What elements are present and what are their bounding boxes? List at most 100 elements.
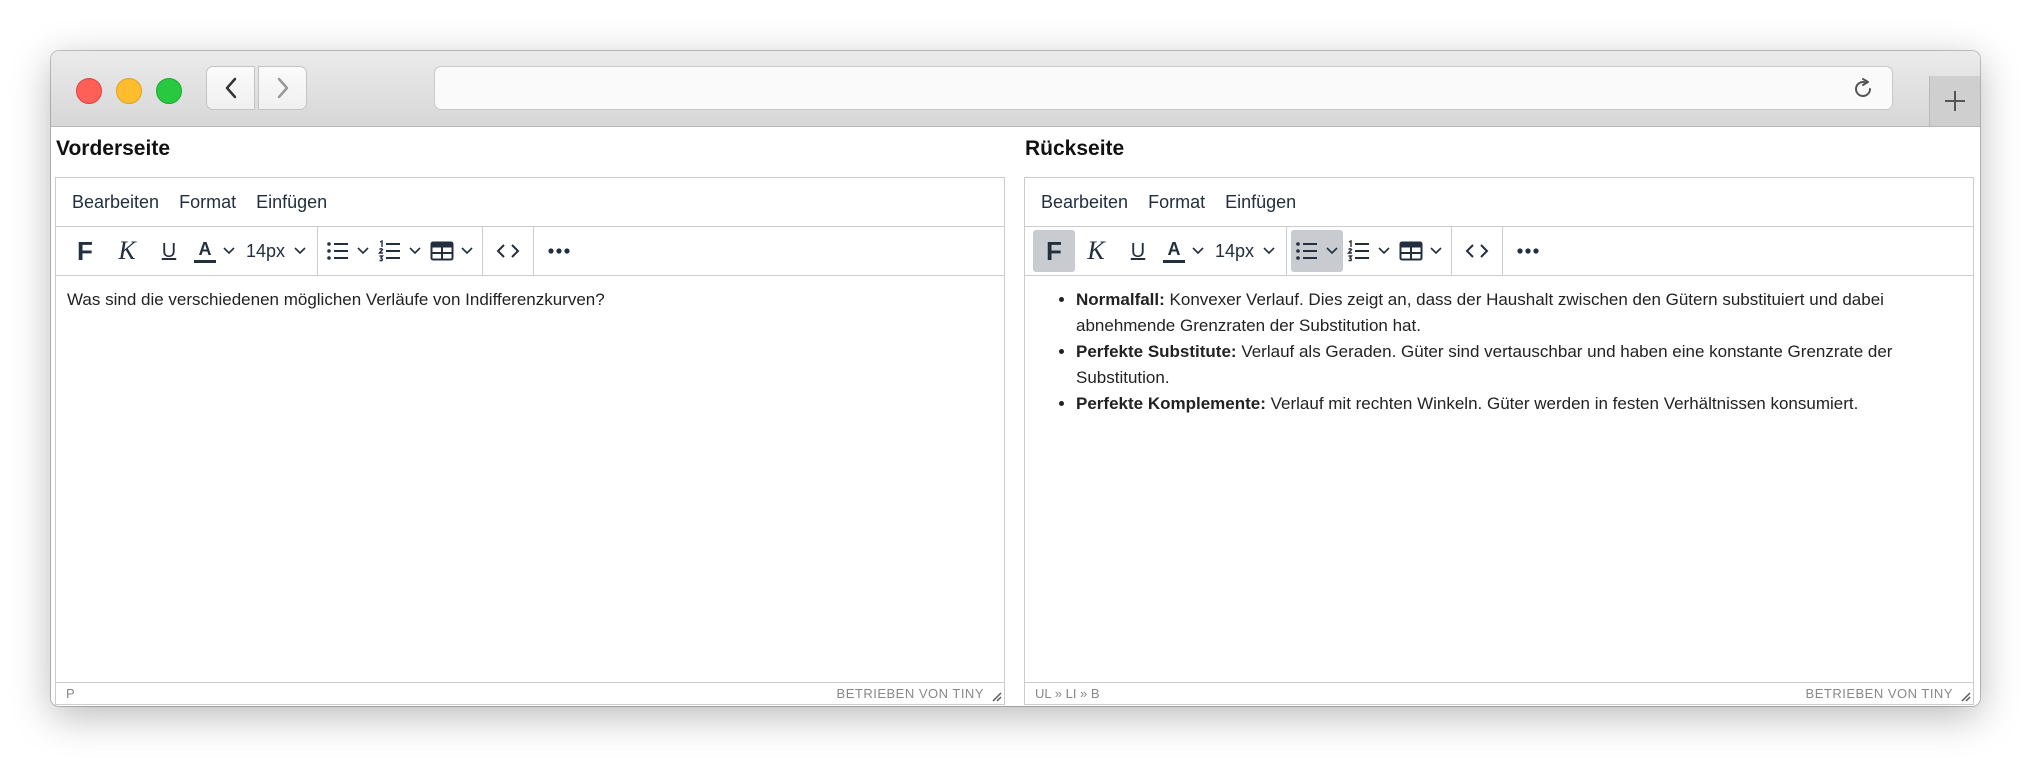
bullet-list-button[interactable] bbox=[1291, 230, 1344, 272]
editor-toolbar: F K U A 14px bbox=[56, 227, 1004, 276]
bold-icon: F bbox=[1046, 235, 1062, 266]
panel-title: Vorderseite bbox=[56, 137, 170, 160]
font-size-value: 14px bbox=[1215, 240, 1255, 261]
editor-content[interactable]: Normalfall: Konvexer Verlauf. Dies zeigt… bbox=[1025, 276, 1973, 682]
plus-icon bbox=[1945, 91, 1965, 111]
page-content: Vorderseite Bearbeiten Format Einfügen F… bbox=[51, 127, 1980, 706]
chevron-down-icon bbox=[223, 247, 235, 255]
forward-button[interactable] bbox=[258, 66, 307, 110]
browser-window: Vorderseite Bearbeiten Format Einfügen F… bbox=[51, 51, 1980, 706]
chevron-down-icon bbox=[1378, 247, 1390, 255]
more-button[interactable] bbox=[1507, 230, 1549, 272]
branding-link[interactable]: BETRIEBEN VON TINY bbox=[837, 686, 984, 701]
bullet-list-button[interactable] bbox=[322, 230, 374, 272]
chevron-down-icon bbox=[461, 247, 473, 255]
front-side-panel: Vorderseite Bearbeiten Format Einfügen F… bbox=[55, 127, 1005, 706]
italic-icon: K bbox=[118, 236, 136, 265]
address-bar[interactable] bbox=[434, 66, 1893, 110]
numbered-list-button[interactable] bbox=[1343, 230, 1395, 272]
new-tab-button[interactable] bbox=[1929, 76, 1980, 126]
chevron-down-icon bbox=[1192, 247, 1204, 255]
element-path: UL » LI » B bbox=[1035, 686, 1100, 701]
back-side-panel: Rückseite Bearbeiten Format Einfügen F K… bbox=[1024, 127, 1974, 706]
resize-handle-icon[interactable] bbox=[990, 690, 1002, 702]
source-code-button[interactable] bbox=[1456, 230, 1498, 272]
chevron-down-icon bbox=[1326, 247, 1338, 255]
numbered-list-icon bbox=[1347, 240, 1370, 262]
panel-title: Rückseite bbox=[1025, 137, 1125, 160]
table-icon bbox=[1399, 241, 1423, 261]
bullet-list-icon bbox=[1296, 242, 1318, 260]
table-button[interactable] bbox=[1395, 230, 1447, 272]
rich-text-editor: Bearbeiten Format Einfügen F K U A 14px … bbox=[55, 177, 1005, 705]
text-color-icon: A bbox=[194, 240, 216, 263]
minimize-window-button[interactable] bbox=[116, 78, 142, 104]
chevron-down-icon bbox=[1430, 247, 1442, 255]
close-window-button[interactable] bbox=[76, 78, 102, 104]
table-icon bbox=[430, 241, 454, 261]
numbered-list-icon bbox=[378, 240, 401, 262]
list-item-term: Normalfall: bbox=[1076, 290, 1165, 309]
font-size-select[interactable]: 14px bbox=[240, 230, 313, 272]
list-item-text: Verlauf mit rechten Winkeln. Güter werde… bbox=[1265, 394, 1859, 413]
text-color-button[interactable]: A bbox=[1159, 230, 1209, 272]
maximize-window-button[interactable] bbox=[156, 78, 182, 104]
editor-menubar: Bearbeiten Format Einfügen bbox=[56, 178, 1004, 227]
list-item: Normalfall: Konvexer Verlauf. Dies zeigt… bbox=[1076, 287, 1962, 339]
editor-statusbar: UL » LI » B BETRIEBEN VON TINY bbox=[1025, 682, 1973, 704]
chevron-left-icon bbox=[225, 77, 236, 99]
editor-menubar: Bearbeiten Format Einfügen bbox=[1025, 178, 1973, 227]
back-button[interactable] bbox=[206, 66, 255, 110]
bullet-list-icon bbox=[327, 242, 349, 260]
title-bar bbox=[51, 51, 1980, 127]
list-item-term: Perfekte Komplemente: bbox=[1076, 394, 1266, 413]
underline-button[interactable]: U bbox=[1117, 230, 1159, 272]
branding-link[interactable]: BETRIEBEN VON TINY bbox=[1806, 686, 1953, 701]
element-path: P bbox=[66, 686, 75, 701]
editor-toolbar: F K U A 14px bbox=[1025, 227, 1973, 276]
reload-icon[interactable] bbox=[1850, 76, 1876, 102]
editor-content[interactable]: Was sind die verschiedenen möglichen Ver… bbox=[56, 276, 1004, 682]
numbered-list-button[interactable] bbox=[374, 230, 426, 272]
bold-icon: F bbox=[77, 235, 93, 266]
list-item-term: Perfekte Substitute: bbox=[1076, 342, 1237, 361]
more-icon bbox=[1517, 248, 1539, 254]
answer-list: Normalfall: Konvexer Verlauf. Dies zeigt… bbox=[1036, 287, 1962, 417]
italic-icon: K bbox=[1087, 236, 1105, 265]
bold-button[interactable]: F bbox=[1033, 230, 1075, 272]
more-icon bbox=[548, 248, 570, 254]
font-size-select[interactable]: 14px bbox=[1209, 230, 1282, 272]
question-text: Was sind die verschiedenen möglichen Ver… bbox=[67, 290, 605, 309]
text-color-button[interactable]: A bbox=[190, 230, 240, 272]
font-size-value: 14px bbox=[246, 240, 286, 261]
italic-button[interactable]: K bbox=[106, 230, 148, 272]
menu-insert[interactable]: Einfügen bbox=[1225, 192, 1296, 213]
chevron-down-icon bbox=[1263, 247, 1275, 255]
menu-edit[interactable]: Bearbeiten bbox=[1041, 192, 1128, 213]
code-icon bbox=[496, 244, 520, 258]
resize-handle-icon[interactable] bbox=[1959, 690, 1971, 702]
source-code-button[interactable] bbox=[487, 230, 529, 272]
editor-statusbar: P BETRIEBEN VON TINY bbox=[56, 682, 1004, 704]
underline-button[interactable]: U bbox=[148, 230, 190, 272]
list-item: Perfekte Komplemente: Verlauf mit rechte… bbox=[1076, 391, 1962, 417]
chevron-right-icon bbox=[277, 77, 288, 99]
chevron-down-icon bbox=[294, 247, 306, 255]
menu-insert[interactable]: Einfügen bbox=[256, 192, 327, 213]
list-item-text: Konvexer Verlauf. Dies zeigt an, dass de… bbox=[1076, 290, 1884, 335]
text-color-icon: A bbox=[1163, 240, 1185, 263]
list-item: Perfekte Substitute: Verlauf als Geraden… bbox=[1076, 339, 1962, 391]
chevron-down-icon bbox=[409, 247, 421, 255]
rich-text-editor: Bearbeiten Format Einfügen F K U A 14px … bbox=[1024, 177, 1974, 705]
underline-icon: U bbox=[161, 239, 177, 262]
italic-button[interactable]: K bbox=[1075, 230, 1117, 272]
bold-button[interactable]: F bbox=[64, 230, 106, 272]
menu-format[interactable]: Format bbox=[1148, 192, 1205, 213]
code-icon bbox=[1465, 244, 1489, 258]
table-button[interactable] bbox=[426, 230, 478, 272]
more-button[interactable] bbox=[538, 230, 580, 272]
chevron-down-icon bbox=[357, 247, 369, 255]
underline-icon: U bbox=[1130, 239, 1146, 262]
menu-edit[interactable]: Bearbeiten bbox=[72, 192, 159, 213]
menu-format[interactable]: Format bbox=[179, 192, 236, 213]
